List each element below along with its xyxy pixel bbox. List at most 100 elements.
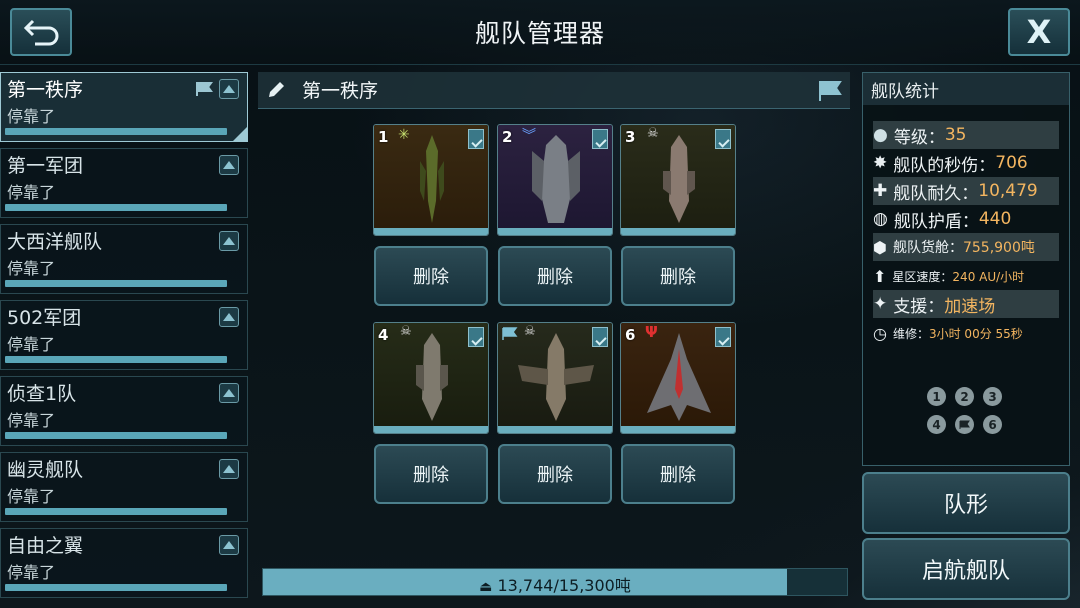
selected-fleet-header: 第一秩序 xyxy=(258,72,850,109)
delete-ship-button[interactable]: 删除 xyxy=(374,444,488,504)
close-button[interactable]: X xyxy=(1008,8,1070,56)
fleet-stats-panel: 舰队统计 ● 等级： 35 ✸ 舰队的秒伤： 706 ✚ 舰队耐久： 10,479 ◍… xyxy=(862,72,1070,466)
stat-label: 舰队护盾： xyxy=(893,211,979,232)
sparkle-icon: ✦ xyxy=(873,294,888,314)
delete-ship-button[interactable]: 删除 xyxy=(498,246,612,306)
ship-health-bar xyxy=(621,426,735,433)
cargo-text: 13,744/15,300吨 xyxy=(497,576,631,595)
fleet-health-bar xyxy=(5,280,227,287)
ship-slot[interactable]: 4 ☠ xyxy=(373,322,489,434)
ship-slot-number: 2 xyxy=(502,128,513,146)
ship-tag-icon xyxy=(715,327,731,347)
formation-flag-dot xyxy=(955,415,974,434)
fleet-list-item[interactable]: 502军团 停靠了 xyxy=(0,300,248,370)
ship-icon xyxy=(219,231,239,251)
fleet-list-item[interactable]: 大西洋舰队 停靠了 xyxy=(0,224,248,294)
fleet-name: 侦查1队 xyxy=(7,383,77,405)
ship-tag-icon xyxy=(468,129,484,149)
stat-level: ● 等级： 35 xyxy=(873,121,1059,149)
fleet-name: 自由之翼 xyxy=(7,535,84,557)
fleet-list-item[interactable]: 第一军团 停靠了 xyxy=(0,148,248,218)
stat-value: 3小时 00分 55秒 xyxy=(928,326,1023,341)
clock-icon: ◷ xyxy=(873,323,887,343)
fleet-name: 幽灵舰队 xyxy=(7,459,84,481)
launch-fleet-button[interactable]: 启航舰队 xyxy=(862,538,1070,600)
fleet-status: 停靠了 xyxy=(7,107,56,126)
ship-slot[interactable]: 1 ✳ xyxy=(373,124,489,236)
stat-repair: ◷ 维修： 3小时 00分 55秒 xyxy=(873,319,1023,347)
formation-button[interactable]: 队形 xyxy=(862,472,1070,534)
globe-icon: ◍ xyxy=(873,209,888,229)
ship-slot[interactable]: 6 Ψ xyxy=(620,322,736,434)
stat-label: 支援： xyxy=(893,296,945,317)
crate-icon: ⬢ xyxy=(873,237,887,257)
ship-icon xyxy=(219,307,239,327)
fleet-list-item[interactable]: 自由之翼 停靠了 xyxy=(0,528,248,598)
formation-dot: 4 xyxy=(927,415,946,434)
skull-badge-icon: ☠ xyxy=(647,126,659,141)
ship-slot-number: 6 xyxy=(625,326,636,344)
flag-badge-icon xyxy=(502,327,518,340)
formation-dot: 3 xyxy=(983,387,1002,406)
ship-health-bar xyxy=(498,228,612,235)
plus-icon: ✚ xyxy=(873,181,888,201)
fleet-health-bar xyxy=(5,432,227,439)
stat-label: 舰队的秒伤： xyxy=(893,155,996,176)
stat-value: 755,900吨 xyxy=(962,240,1035,256)
ship-image xyxy=(416,333,448,421)
star-badge-icon: ✳ xyxy=(398,127,410,143)
fleet-list-item[interactable]: 第一秩序 停靠了 xyxy=(0,72,248,142)
stat-hull: ✚ 舰队耐久： 10,479 xyxy=(873,177,1059,205)
delete-ship-button[interactable]: 删除 xyxy=(621,444,735,504)
ship-slot[interactable]: ☠ xyxy=(497,322,613,434)
edit-pencil-icon[interactable] xyxy=(266,80,286,100)
stat-value: 240 AU/小时 xyxy=(952,269,1025,284)
delete-ship-button[interactable]: 删除 xyxy=(498,444,612,504)
stats-header: 舰队统计 xyxy=(863,73,1069,105)
fleet-name: 大西洋舰队 xyxy=(7,231,103,253)
arrow-up-icon: ⬆ xyxy=(873,266,887,286)
stat-label: 舰队货舱： xyxy=(892,240,963,256)
ship-tag-icon xyxy=(468,327,484,347)
stat-value: 35 xyxy=(944,125,967,145)
stat-label: 维修： xyxy=(892,326,929,341)
explosion-icon: ✸ xyxy=(873,153,888,173)
ship-slot[interactable]: 2 ︾ xyxy=(497,124,613,236)
ship-image xyxy=(518,333,594,421)
ship-health-bar xyxy=(621,228,735,235)
ship-slot-number: 1 xyxy=(378,128,389,146)
fleet-health-bar xyxy=(5,128,227,135)
top-bar: 舰队管理器 X xyxy=(0,0,1080,65)
stats-title: 舰队统计 xyxy=(871,82,939,102)
stat-label: 星区速度： xyxy=(892,269,953,284)
stat-dps: ✸ 舰队的秒伤： 706 xyxy=(873,149,1028,177)
ship-tag-icon xyxy=(715,129,731,149)
delete-ship-button[interactable]: 删除 xyxy=(374,246,488,306)
flag-icon xyxy=(196,82,213,96)
flag-icon[interactable] xyxy=(818,80,842,102)
selected-corner xyxy=(233,127,247,141)
formation-dot: 6 xyxy=(983,415,1002,434)
stat-value: 加速场 xyxy=(944,296,996,317)
stat-value: 10,479 xyxy=(978,181,1038,201)
medal-icon: ● xyxy=(873,125,888,145)
fleet-status: 停靠了 xyxy=(7,335,56,354)
ship-tag-icon xyxy=(592,129,608,149)
fleet-list-item[interactable]: 幽灵舰队 停靠了 xyxy=(0,452,248,522)
cargo-icon: ⏏ xyxy=(479,579,493,595)
ship-icon xyxy=(219,155,239,175)
ship-icon xyxy=(219,383,239,403)
delete-ship-button[interactable]: 删除 xyxy=(621,246,735,306)
ship-image xyxy=(420,135,444,223)
fleet-health-bar xyxy=(5,356,227,363)
ship-health-bar xyxy=(374,426,488,433)
cargo-capacity-bar: ⏏ 13,744/15,300吨 xyxy=(262,568,848,596)
fleet-status: 停靠了 xyxy=(7,563,56,582)
fleet-status: 停靠了 xyxy=(7,411,56,430)
ship-slot[interactable]: 3 ☠ xyxy=(620,124,736,236)
fleet-list-item[interactable]: 侦查1队 停靠了 xyxy=(0,376,248,446)
fleet-name: 第一秩序 xyxy=(7,79,84,101)
ship-icon xyxy=(219,535,239,555)
cargo-label: ⏏ 13,744/15,300吨 xyxy=(263,572,847,596)
stat-value: 706 xyxy=(995,153,1028,173)
